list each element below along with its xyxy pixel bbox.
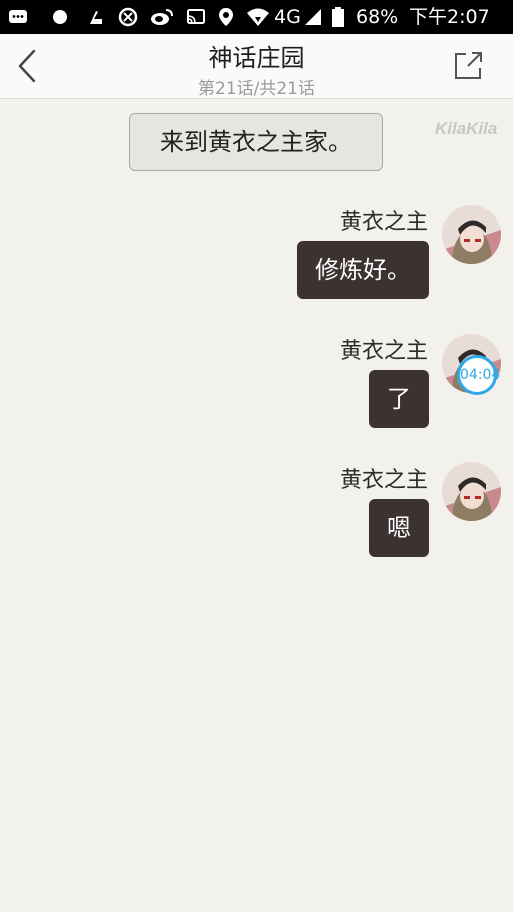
speaker-name: 黄衣之主 (339, 339, 428, 364)
dot-icon (53, 10, 67, 24)
share-button[interactable] (450, 50, 486, 82)
watermark-logo: KilaKila (435, 119, 498, 138)
signal-icon (305, 9, 321, 25)
message-bubble[interactable]: 了 (369, 370, 429, 428)
avatar[interactable] (442, 462, 501, 521)
battery-percent: 68% (356, 6, 399, 28)
avatar[interactable] (442, 205, 501, 264)
timer-badge[interactable]: 04:04 (457, 355, 500, 395)
battery-icon (332, 7, 344, 27)
page-title: 神话庄园 (208, 44, 305, 72)
speaker-name: 黄衣之主 (339, 210, 428, 235)
message-icon (9, 10, 27, 23)
vpn-icon (118, 7, 138, 27)
app-header: 神话庄园 第21话/共21话 (0, 34, 513, 99)
speaker-name: 黄衣之主 (339, 468, 428, 493)
message-bubble[interactable]: 嗯 (369, 499, 429, 557)
clock: 下午2:07 (409, 6, 490, 28)
status-bar: 4G 68% 下午2:07 (0, 0, 513, 34)
avatar-icon (442, 462, 501, 521)
cast-icon (187, 9, 205, 24)
location-icon (219, 8, 233, 26)
message-bubble[interactable]: 修炼好。 (297, 241, 429, 299)
narration-box: 来到黄衣之主家。 (129, 113, 383, 171)
network-type: 4G (274, 6, 301, 28)
weibo-icon (151, 9, 173, 25)
avatar-icon (442, 205, 501, 264)
chat-area[interactable]: KilaKila 来到黄衣之主家。 黄衣之主 修炼好。 黄衣之主 04:04 了… (0, 99, 513, 912)
wifi-icon (247, 8, 269, 26)
cleaner-icon (90, 11, 102, 24)
share-icon (455, 52, 482, 79)
episode-indicator: 第21话/共21话 (198, 79, 315, 99)
